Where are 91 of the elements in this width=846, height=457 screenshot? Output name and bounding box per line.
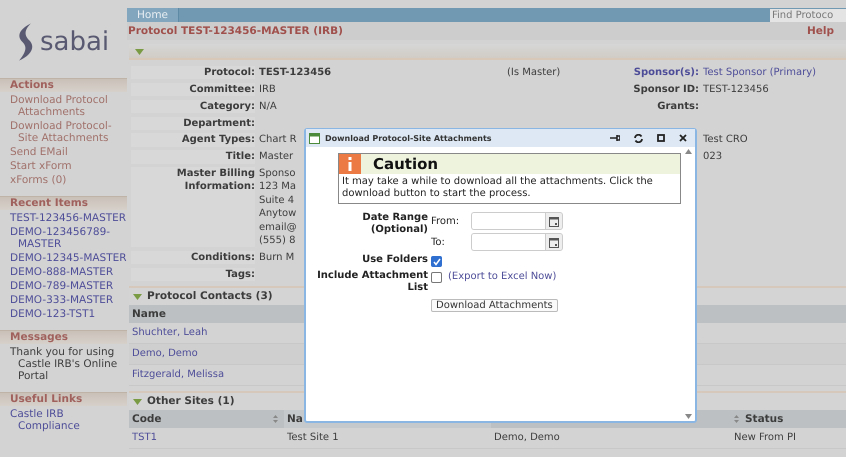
download-button[interactable]: Download Attachments — [431, 299, 558, 312]
field-value: TEST-123456 — [703, 84, 769, 95]
field-label: Include Attachment List — [316, 270, 428, 294]
column-header[interactable]: Status — [745, 412, 784, 425]
field-value: Master — [259, 150, 294, 164]
calendar-icon — [549, 216, 559, 226]
caution-title: Caution — [373, 155, 438, 173]
expand-triangle-icon — [135, 46, 144, 56]
section-title: Protocol Contacts (3) — [147, 290, 273, 302]
date-field[interactable] — [471, 233, 545, 251]
sidebar-link[interactable]: TEST-123456-MASTER — [10, 212, 127, 224]
field-value: email@ — [259, 220, 297, 234]
help-link[interactable]: Help — [806, 25, 834, 40]
dialog-title: Download Protocol-Site Attachments — [325, 134, 492, 142]
sidebar-link[interactable]: Download Protocol-Site Attachments — [10, 120, 127, 144]
field-label: Master Billing Information: — [131, 167, 255, 248]
info-icon — [339, 154, 361, 174]
sidebar-link[interactable]: DEMO-789-MASTER — [10, 280, 127, 292]
table-cell-text: Test Site 1 — [286, 432, 340, 444]
sidebar-link[interactable]: xForms (0) — [10, 174, 127, 186]
field-label: Committee: — [131, 82, 255, 96]
field-label: Use Folders — [361, 254, 428, 266]
sidebar-link[interactable]: DEMO-12345-MASTER — [10, 252, 127, 264]
field-value: IRB — [259, 82, 276, 96]
scroll-down-icon[interactable] — [685, 414, 692, 419]
field-value: N/A — [259, 100, 277, 114]
field-label: Category: — [131, 100, 255, 114]
maximize-icon[interactable] — [657, 134, 665, 142]
export-link[interactable]: (Export to Excel Now) — [448, 270, 556, 283]
sidebar-message: Thank you for using Castle IRB's Online Portal — [10, 346, 118, 382]
calendar-icon — [549, 236, 559, 248]
sidebar-link[interactable]: DEMO-888-MASTER — [10, 266, 127, 278]
field-value: Anytow — [259, 207, 296, 221]
window-icon — [309, 132, 320, 144]
field-value: Test CRO — [703, 134, 748, 146]
sidebar-section-header: Actions — [0, 78, 127, 92]
sidebar-link[interactable]: Castle IRB Compliance — [10, 408, 127, 432]
sidebar-section-header: Useful Links — [0, 392, 127, 406]
field-label: To: — [431, 236, 446, 248]
calendar-button[interactable] — [545, 212, 563, 230]
sidebar-link[interactable]: Start xForm — [10, 160, 127, 172]
table-cell[interactable]: Shuchter, Leah — [132, 327, 208, 338]
scroll-up-icon[interactable] — [685, 149, 692, 154]
column-header[interactable]: Code — [132, 412, 162, 425]
close-icon[interactable] — [679, 134, 687, 142]
search-field[interactable]: Find Protoco — [770, 9, 846, 22]
table-cell[interactable]: Demo, Demo — [132, 348, 198, 360]
field-label: Department: — [131, 116, 255, 130]
table-cell-text: Demo, Demo — [493, 432, 561, 444]
field-label: Agent Types: — [131, 133, 255, 147]
section-title: Other Sites (1) — [147, 395, 234, 408]
logo-text: sabai — [40, 27, 110, 57]
field-link[interactable]: Test Sponsor (Primary) — [703, 67, 816, 78]
table-cell-text: New From PI — [733, 432, 797, 444]
field-value: Burn M — [259, 250, 294, 264]
sidebar-section-header: Recent Items — [0, 196, 127, 210]
field-value: TEST-123456 — [259, 66, 332, 80]
page-title: Protocol TEST-123456-MASTER (IRB) — [128, 25, 343, 39]
field-value: Sponso — [259, 167, 296, 180]
sidebar-link[interactable]: DEMO-333-MASTER — [10, 294, 127, 306]
date-field[interactable] — [471, 212, 545, 230]
field-label: Protocol: — [131, 66, 255, 80]
field-label: From: — [431, 216, 460, 226]
field-note: (Is Master) — [507, 67, 560, 78]
field-value: 123 Ma — [259, 180, 296, 194]
caution-message: It may take a while to download all the attachments. Click the download button to start the process. — [341, 175, 654, 201]
field-label: Grants: — [657, 100, 699, 112]
field-label: Conditions: — [131, 250, 255, 264]
checkbox[interactable] — [431, 272, 442, 283]
calendar-button[interactable] — [545, 233, 563, 251]
sidebar-link[interactable]: Download Protocol Attachments — [10, 94, 127, 118]
table-cell[interactable]: TST1 — [129, 432, 284, 444]
column-header[interactable]: Name — [132, 308, 166, 320]
field-value: Chart R — [259, 133, 297, 147]
checkbox[interactable] — [431, 256, 442, 267]
field-label: Sponsor ID: — [633, 84, 699, 95]
field-value: 023 — [703, 151, 722, 162]
field-value: Suite 4 — [259, 194, 294, 208]
field-label: Date Range (Optional) — [361, 212, 428, 236]
sidebar-link[interactable]: DEMO-123456789-MASTER — [10, 226, 127, 250]
field-label: Tags: — [131, 268, 255, 281]
field-label: Title: — [131, 150, 255, 164]
refresh-icon[interactable] — [634, 134, 643, 142]
column-header[interactable]: Na — [287, 412, 303, 425]
pin-icon[interactable] — [610, 134, 620, 142]
sidebar-link[interactable]: Send EMail — [10, 146, 127, 158]
field-value: (555) 8 — [259, 234, 296, 248]
sidebar-section-header: Messages — [0, 330, 127, 344]
sidebar-link[interactable]: DEMO-123-TST1 — [10, 308, 127, 320]
table-cell[interactable]: Fitzgerald, Melissa — [132, 369, 224, 380]
field-label: Sponsor(s): — [634, 67, 699, 78]
